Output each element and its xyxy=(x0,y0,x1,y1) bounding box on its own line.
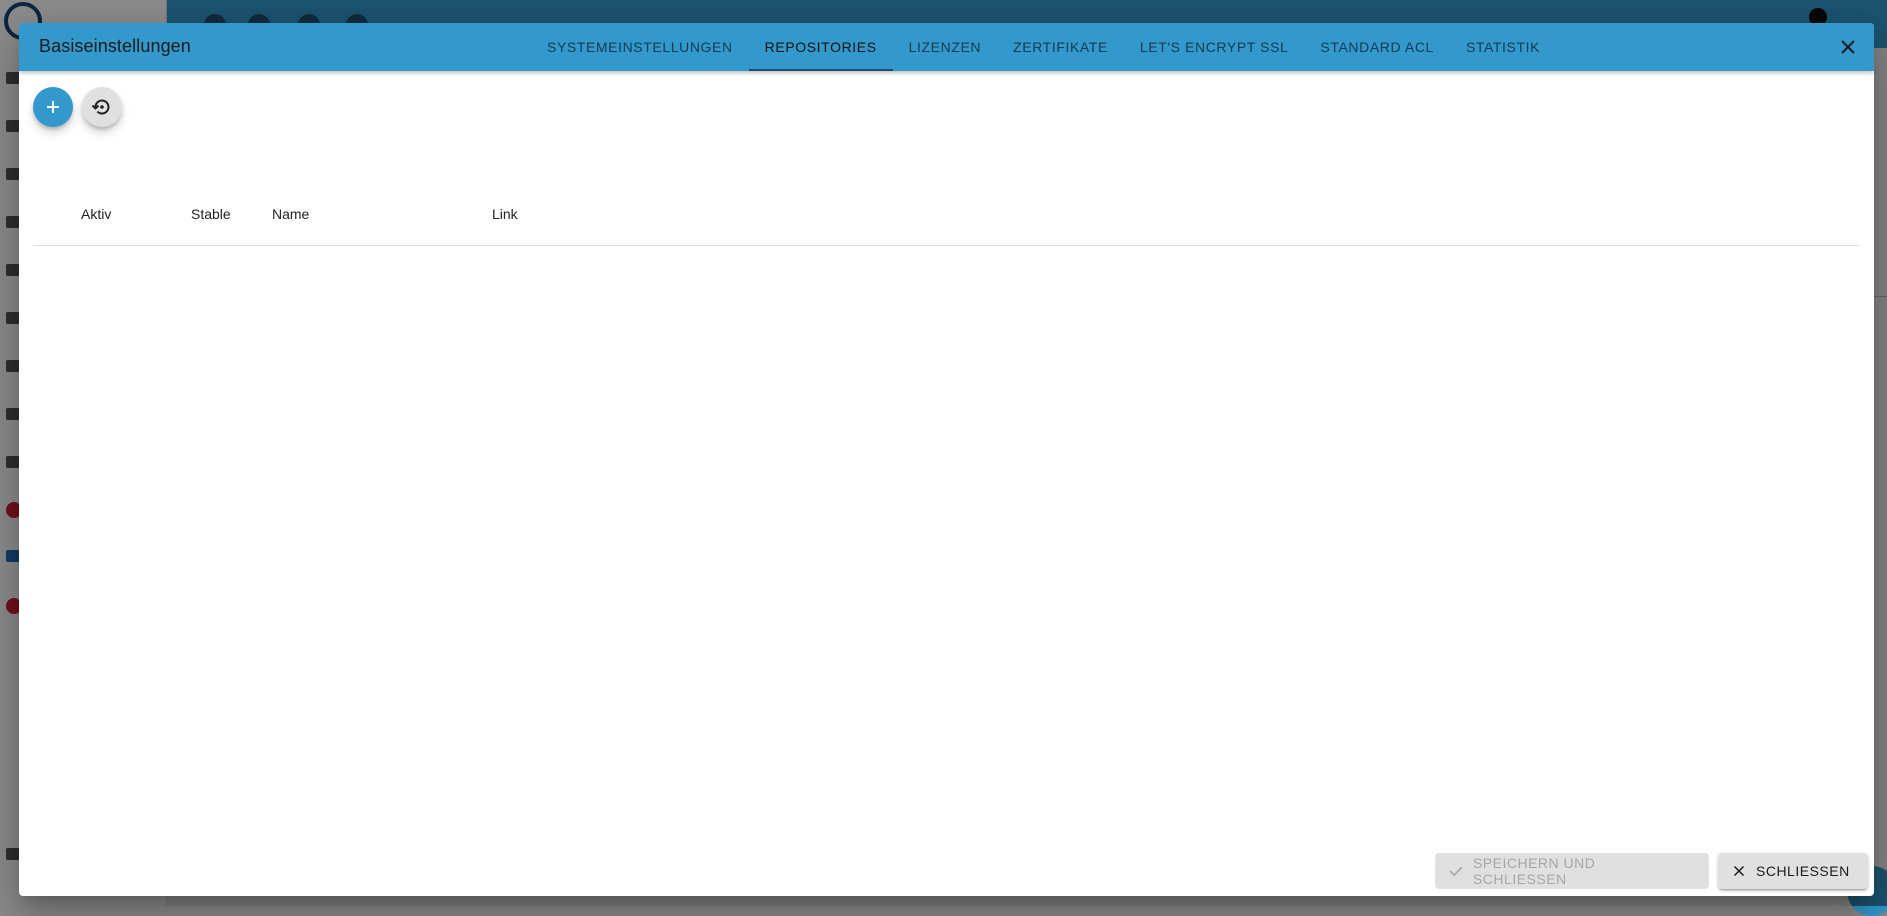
settings-dialog: Basiseinstellungen SYSTEMEINSTELLUNGEN R… xyxy=(19,23,1874,896)
close-icon xyxy=(1733,865,1745,877)
tab-lets-encrypt-ssl[interactable]: LET'S ENCRYPT SSL xyxy=(1124,23,1305,71)
table-header: Aktiv Stable Name Link xyxy=(33,183,1860,246)
column-header-name[interactable]: Name xyxy=(272,206,309,222)
close-button[interactable]: SCHLIESSEN xyxy=(1718,853,1868,889)
close-label: SCHLIESSEN xyxy=(1756,863,1850,879)
restore-defaults-button[interactable] xyxy=(82,87,122,127)
save-and-close-label: SPEICHERN UND SCHLIESSEN xyxy=(1472,855,1596,887)
column-header-aktiv[interactable]: Aktiv xyxy=(81,206,111,222)
column-header-link[interactable]: Link xyxy=(492,206,518,222)
tab-zertifikate[interactable]: ZERTIFIKATE xyxy=(997,23,1124,71)
add-repository-button[interactable] xyxy=(33,87,73,127)
tab-statistik[interactable]: STATISTIK xyxy=(1450,23,1556,71)
column-header-stable[interactable]: Stable xyxy=(191,206,231,222)
close-icon[interactable] xyxy=(1836,35,1860,59)
dialog-title: Basiseinstellungen xyxy=(39,36,191,56)
repositories-table: Aktiv Stable Name Link xyxy=(33,183,1860,246)
save-and-close-button[interactable]: SPEICHERN UND SCHLIESSEN xyxy=(1435,853,1709,889)
tab-lizenzen[interactable]: LIZENZEN xyxy=(893,23,997,71)
check-icon xyxy=(1449,866,1463,877)
restore-icon xyxy=(91,99,110,115)
dialog-header: Basiseinstellungen SYSTEMEINSTELLUNGEN R… xyxy=(19,23,1874,71)
tab-repositories[interactable]: REPOSITORIES xyxy=(748,23,893,71)
tab-bar: SYSTEMEINSTELLUNGEN REPOSITORIES LIZENZE… xyxy=(531,23,1556,71)
tab-systemeinstellungen[interactable]: SYSTEMEINSTELLUNGEN xyxy=(531,23,749,71)
tab-standard-acl[interactable]: STANDARD ACL xyxy=(1304,23,1450,71)
plus-icon xyxy=(47,101,59,113)
